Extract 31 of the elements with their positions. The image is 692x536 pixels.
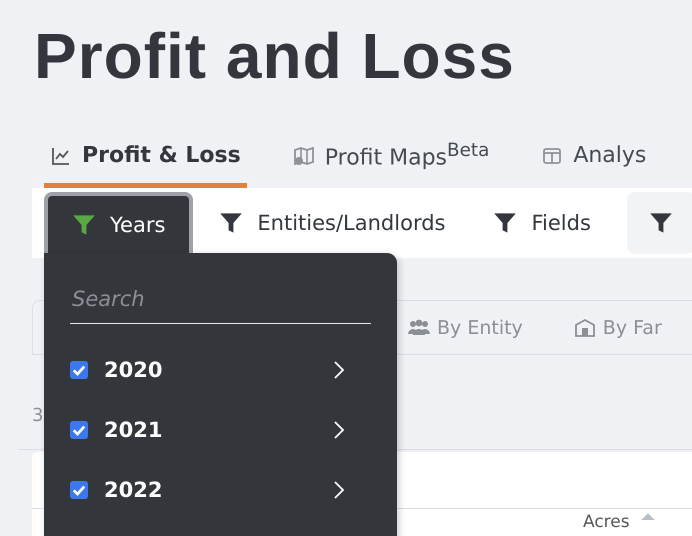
filter-icon [219,211,244,235]
page-title: Profit and Loss [33,19,516,94]
year-label: 2020 [104,358,164,382]
checkbox[interactable] [70,421,88,439]
filter-button[interactable] [626,192,692,254]
filter-button[interactable]: Entities/Landlords [197,192,468,254]
count-text: 3 [32,405,44,428]
line-chart-icon [50,146,72,166]
year-item[interactable]: 2021 [70,400,371,460]
chevron-right-icon [333,479,345,501]
map-icon [292,146,315,166]
filter-button[interactable]: Fields [471,192,613,254]
filter-icon [72,213,96,237]
column-header[interactable]: Acres [583,512,630,532]
year-label: 2021 [104,418,164,442]
filter-icon [648,211,673,235]
chevron-right-icon [333,359,345,381]
year-label: 2022 [104,478,164,502]
filter-button[interactable]: Years [44,192,194,254]
tab[interactable]: Analys [535,118,652,188]
columns-icon [541,146,564,166]
search-field[interactable]: Search [70,279,371,324]
chevron-right-icon [333,419,345,441]
barn-icon [572,318,597,338]
people-icon [407,318,431,338]
tab[interactable]: Profit Maps$^{Beta}$ [286,118,496,188]
checkbox[interactable] [70,481,88,499]
checkbox[interactable] [70,361,88,379]
filter-icon [493,211,518,235]
year-item[interactable]: 2020 [70,340,371,400]
year-item[interactable]: 2022 [70,460,371,520]
